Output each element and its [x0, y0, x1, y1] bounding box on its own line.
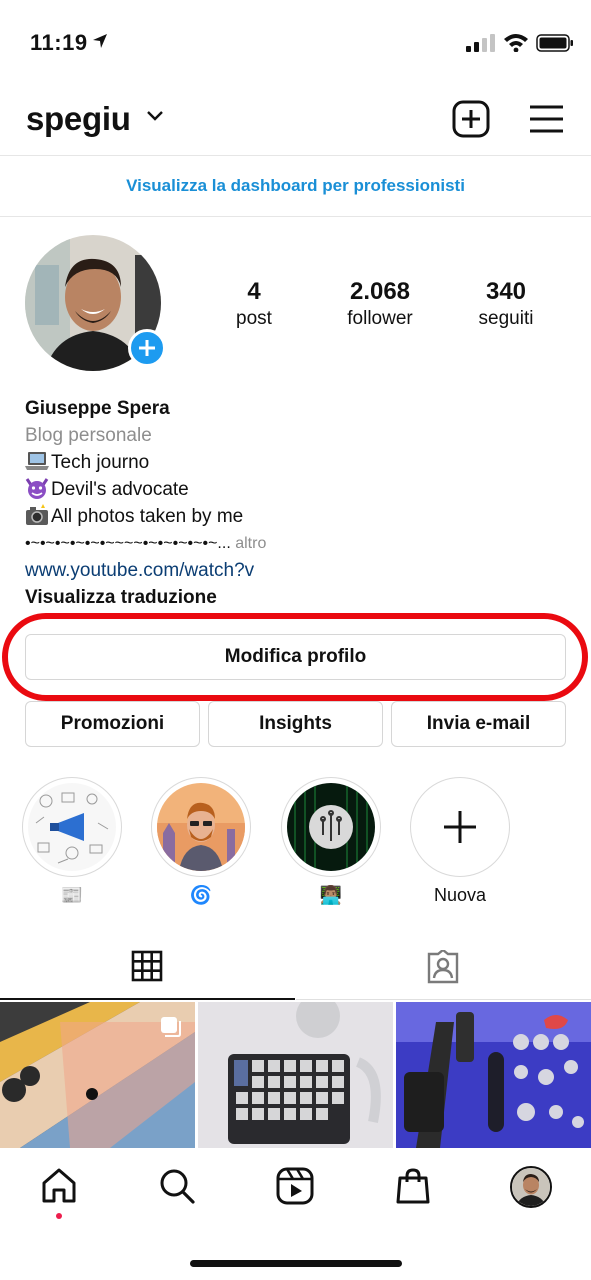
post-thumbnail[interactable]	[396, 1002, 591, 1148]
avatar	[512, 1168, 550, 1206]
location-arrow-icon	[93, 34, 107, 48]
new-post-icon[interactable]	[452, 100, 490, 138]
gimbal-gear-photo	[396, 1002, 591, 1148]
bio-website-link[interactable]: www.youtube.com/watch?v	[25, 557, 565, 584]
bio-divider: •~•~•~•~•~•~~~~•~•~•~•~•~...	[25, 535, 231, 552]
bio-text: All photos taken by me	[51, 506, 244, 527]
tab-tagged-posts[interactable]	[296, 940, 591, 1000]
highlight-label: 🌀	[189, 885, 213, 905]
multiple-photos-icon	[161, 1017, 181, 1037]
status-time: 11:19	[30, 30, 88, 55]
plus-icon	[444, 811, 476, 843]
devil-emoji-icon	[25, 478, 49, 499]
highlight-cover	[157, 783, 245, 871]
laptop-emoji-icon	[25, 452, 49, 470]
following-count[interactable]: 340 seguiti	[466, 278, 546, 330]
bio-line: Tech journo	[25, 449, 565, 476]
stat-label: follower	[347, 308, 413, 329]
professional-dashboard-link[interactable]: Visualizza la dashboard per professionis…	[0, 157, 591, 217]
followers-count[interactable]: 2.068 follower	[330, 278, 430, 330]
bio-text: Devil's advocate	[51, 479, 189, 500]
search-icon[interactable]	[157, 1166, 197, 1206]
see-translation-link[interactable]: Visualizza traduzione	[25, 584, 565, 611]
insights-button[interactable]: Insights	[208, 701, 383, 747]
highlight-ring	[410, 777, 510, 877]
grid-icon	[131, 950, 163, 982]
posts-count[interactable]: 4 post	[214, 278, 294, 330]
home-icon[interactable]	[39, 1166, 79, 1206]
email-button[interactable]: Invia e-mail	[391, 701, 566, 747]
bio-line: All photos taken by me	[25, 503, 565, 530]
bio-divider-line: •~•~•~•~•~•~~~~•~•~•~•~•~... altro	[25, 530, 565, 557]
wifi-icon	[504, 34, 528, 52]
stat-value: 4	[247, 278, 261, 305]
notification-dot	[56, 1213, 62, 1219]
highlight-cover	[287, 783, 375, 871]
stat-value: 340	[485, 278, 527, 305]
story-highlight[interactable]: 👨🏽‍💻	[281, 777, 381, 907]
promotions-button[interactable]: Promozioni	[25, 701, 200, 747]
reels-icon[interactable]	[275, 1166, 315, 1206]
home-indicator	[190, 1260, 402, 1267]
highlight-ring	[151, 777, 251, 877]
highlight-label: 👨🏽‍💻	[319, 885, 343, 905]
stat-label: post	[236, 308, 272, 329]
circuit-cover-icon	[287, 783, 375, 871]
account-switcher-username[interactable]: spegiu	[26, 100, 131, 138]
highlight-label: 📰	[60, 885, 84, 905]
camera-flash-emoji-icon	[26, 504, 48, 525]
bio-more-link[interactable]: altro	[235, 535, 266, 552]
chevron-down-icon[interactable]	[146, 110, 164, 122]
profile-bio: Giuseppe Spera Blog personale Tech journ…	[25, 395, 565, 611]
tab-posts-grid[interactable]	[0, 940, 295, 1000]
bio-line: Devil's advocate	[25, 476, 565, 503]
profile-tab-avatar[interactable]	[510, 1166, 552, 1208]
avatar-illustration-cover-icon	[157, 783, 245, 871]
new-highlight-button[interactable]: Nuova	[410, 777, 510, 907]
add-story-button[interactable]	[128, 329, 166, 367]
bio-text: Tech journo	[51, 452, 150, 473]
highlight-cover	[416, 783, 504, 871]
profile-name: Giuseppe Spera	[25, 398, 170, 419]
status-bar: 11:19	[0, 0, 591, 80]
profile-header: spegiu	[0, 90, 591, 156]
story-highlight[interactable]: 🌀	[151, 777, 251, 907]
story-highlight[interactable]: 📰	[22, 777, 122, 907]
battery-icon	[536, 34, 573, 52]
profile-category: Blog personale	[25, 425, 152, 446]
highlight-label: Nuova	[433, 885, 487, 905]
plus-icon	[139, 340, 155, 356]
shop-icon[interactable]	[393, 1166, 433, 1206]
menu-icon[interactable]	[529, 104, 564, 134]
post-thumbnail[interactable]	[198, 1002, 393, 1148]
stat-label: seguiti	[478, 308, 534, 329]
highlight-ring	[281, 777, 381, 877]
highlight-ring	[22, 777, 122, 877]
tagged-person-icon	[427, 950, 459, 984]
keyboard-photo	[198, 1002, 393, 1148]
megaphone-cover-icon	[28, 783, 116, 871]
stat-value: 2.068	[349, 278, 411, 305]
highlight-cover	[28, 783, 116, 871]
cellular-signal-icon	[466, 34, 495, 52]
annotation-highlight-ring	[2, 613, 588, 701]
post-thumbnail[interactable]	[0, 1002, 195, 1148]
